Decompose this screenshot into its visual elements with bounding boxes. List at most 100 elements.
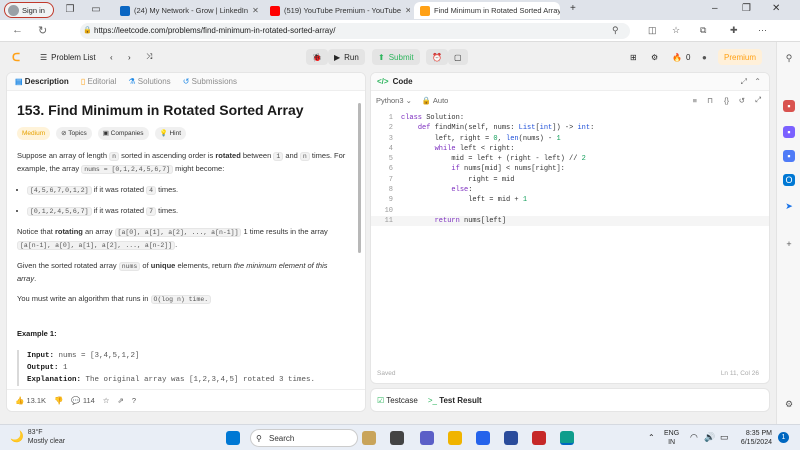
close-icon[interactable]: ✕ <box>252 6 259 15</box>
format-icon[interactable]: ≡ <box>693 96 697 105</box>
tab-editorial[interactable]: ▯ Editorial <box>81 77 117 86</box>
battery-icon[interactable]: ▭ <box>720 432 729 443</box>
code-line[interactable]: 3 left, right = 0, len(nums) - 1 <box>371 134 769 144</box>
run-button[interactable]: ▶ Run <box>328 49 365 65</box>
like-button[interactable]: 👍 13.1K <box>15 396 46 405</box>
tab-youtube[interactable]: (519) YouTube Premium - YouTube ✕ <box>264 2 410 19</box>
minimize-icon[interactable]: – <box>712 3 718 14</box>
new-tab-icon[interactable]: + <box>570 3 576 14</box>
clock[interactable]: 8:35 PM 6/15/2024 <box>736 429 772 447</box>
code-line[interactable]: 8 else: <box>371 185 769 195</box>
add-icon[interactable]: + <box>783 238 795 250</box>
task-view-icon[interactable] <box>390 431 404 445</box>
maximize-icon[interactable]: ❐ <box>742 3 751 14</box>
url-input[interactable]: 🔒 https://leetcode.com/problems/find-min… <box>80 23 630 39</box>
code-line[interactable]: 4 while left < right: <box>371 144 769 154</box>
tab-linkedin[interactable]: (24) My Network - Grow | LinkedIn ✕ <box>114 2 260 19</box>
widgets-icon[interactable] <box>362 431 376 445</box>
tools-icon[interactable]: ▪ <box>783 100 795 112</box>
next-problem-button[interactable]: › <box>122 49 137 65</box>
teams-icon[interactable] <box>420 431 434 445</box>
line-number: 9 <box>388 196 393 205</box>
layout-icon[interactable]: ⊞ <box>624 49 643 65</box>
code-editor[interactable]: 1 class Solution: 2 def findMin(self, nums… <box>371 113 769 227</box>
games-icon[interactable]: ▪ <box>783 126 795 138</box>
dislike-icon[interactable]: 👎 <box>54 396 63 405</box>
debug-button[interactable]: 🐞 <box>306 49 328 65</box>
notes-icon[interactable]: ▢ <box>448 49 468 65</box>
collections-icon[interactable]: ⧉ <box>700 25 706 36</box>
back-icon[interactable]: ← <box>12 24 23 36</box>
hint-chip[interactable]: 💡 Hint <box>154 127 187 140</box>
gear-icon[interactable]: ⚙ <box>645 49 664 65</box>
code-line[interactable]: 10 <box>371 206 769 216</box>
refresh-icon[interactable]: ↻ <box>38 24 47 37</box>
wifi-icon[interactable]: ◠ <box>690 432 698 443</box>
extensions-icon[interactable]: ✚ <box>730 25 738 36</box>
timer-icon[interactable]: ⏰ <box>426 49 448 65</box>
outlook-icon[interactable]: O <box>783 174 795 186</box>
comments-button[interactable]: 💬 114 <box>71 396 94 405</box>
code-line[interactable]: 9 left = mid + 1 <box>371 195 769 205</box>
volume-icon[interactable]: 🔊 <box>704 432 715 443</box>
code-line[interactable]: 2 def findMin(self, nums: List[int]) -> … <box>371 123 769 133</box>
search-icon[interactable]: ⚲ <box>783 52 795 64</box>
topics-chip[interactable]: ⊘ Topics <box>56 127 92 140</box>
help-icon[interactable]: ? <box>132 396 136 405</box>
code-line[interactable]: 7 right = mid <box>371 175 769 185</box>
copilot-icon[interactable]: ▪ <box>783 150 795 162</box>
tab-leetcode[interactable]: Find Minimum in Rotated Sorted Array ✕ <box>414 2 560 19</box>
code-line[interactable]: 5 mid = left + (right - left) // 2 <box>371 154 769 164</box>
send-icon[interactable]: ➤ <box>783 200 795 212</box>
settings-more-icon[interactable]: ⋯ <box>758 25 767 36</box>
tab-solutions[interactable]: ⚗ Solutions <box>128 77 170 86</box>
companies-chip[interactable]: ▣ Companies <box>97 127 149 140</box>
edge-icon[interactable] <box>560 431 574 445</box>
share-icon[interactable]: ⇗ <box>118 396 124 405</box>
chevron-up-icon[interactable]: ⌃ <box>754 77 761 86</box>
store-icon[interactable] <box>476 431 490 445</box>
fullscreen-icon[interactable]: ⤢ <box>755 95 761 105</box>
code-line[interactable]: 6 if nums[mid] < nums[right]: <box>371 164 769 174</box>
zoom-icon[interactable]: ⚲ <box>612 25 619 36</box>
close-icon[interactable]: ✕ <box>405 6 410 15</box>
app-icon[interactable] <box>504 431 518 445</box>
window-close-icon[interactable]: ✕ <box>772 3 780 14</box>
prev-problem-button[interactable]: ‹ <box>104 49 119 65</box>
chevron-up-icon[interactable]: ⌃ <box>648 433 655 442</box>
problem-list-button[interactable]: ☰ Problem List <box>34 49 102 65</box>
search-input[interactable]: ⚲ Search <box>250 429 358 447</box>
scrollbar[interactable] <box>358 103 361 253</box>
language-indicator[interactable]: ENG IN <box>664 429 679 447</box>
mcafee-icon[interactable] <box>532 431 546 445</box>
leetcode-logo[interactable]: ᑕ <box>12 49 20 65</box>
sign-in-button[interactable]: Sign in <box>4 2 54 18</box>
star-icon[interactable]: ☆ <box>103 396 110 405</box>
shuffle-icon[interactable]: ⤨ <box>140 49 158 65</box>
bookmark-icon[interactable]: ⊓ <box>707 96 713 105</box>
braces-icon[interactable]: {} <box>724 96 729 105</box>
code-line[interactable]: 1 class Solution: <box>371 113 769 123</box>
tab-description[interactable]: ▤ Description <box>15 77 69 86</box>
notification-badge[interactable]: 1 <box>778 432 789 443</box>
file-explorer-icon[interactable] <box>448 431 462 445</box>
tab-test-result[interactable]: >_ Test Result <box>428 396 482 405</box>
auto-mode[interactable]: 🔒 Auto <box>422 96 448 105</box>
start-icon[interactable] <box>226 431 240 445</box>
sidebar-settings-icon[interactable]: ⚙ <box>783 398 795 410</box>
submit-button[interactable]: ⬆ Submit <box>372 49 420 65</box>
expand-icon[interactable]: ⤢ <box>741 77 747 87</box>
premium-button[interactable]: Premium <box>718 49 763 65</box>
streak-counter[interactable]: 🔥 0 <box>666 49 696 65</box>
tab-submissions[interactable]: ↺ Submissions <box>183 77 237 86</box>
favorites-icon[interactable]: ☆ <box>672 25 680 36</box>
workspaces-icon[interactable]: ❐ <box>64 4 76 16</box>
tab-actions-icon[interactable]: ▭ <box>90 4 102 16</box>
weather-widget[interactable]: 🌙 83°F Mostly clear <box>10 428 65 446</box>
split-screen-icon[interactable]: ◫ <box>648 25 657 36</box>
avatar[interactable]: ● <box>696 49 713 65</box>
reset-icon[interactable]: ↺ <box>739 96 745 105</box>
language-select[interactable]: Python3 ⌄ <box>376 96 412 105</box>
code-line[interactable]: 11 return nums[left] <box>371 215 769 227</box>
tab-testcase[interactable]: ☑ Testcase <box>377 396 418 405</box>
